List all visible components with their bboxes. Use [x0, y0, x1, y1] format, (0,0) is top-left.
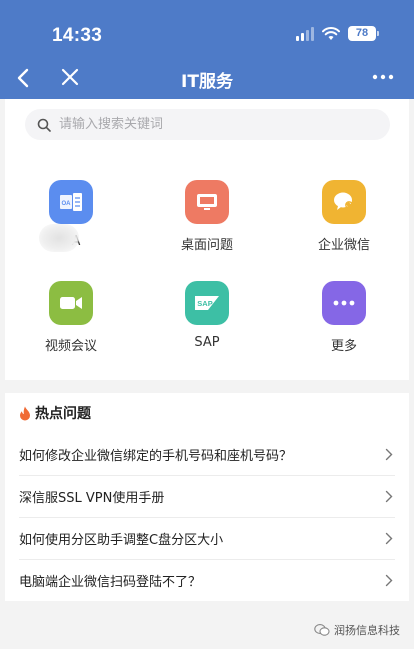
hot-issues-header: 热点问题 — [19, 403, 91, 423]
app-label: 视频会议 — [44, 339, 97, 354]
chevron-right-icon — [385, 448, 393, 461]
svg-text:OA: OA — [62, 201, 72, 207]
status-icons: 78 — [296, 26, 379, 41]
more-dots-icon — [322, 281, 366, 325]
app-sap[interactable]: SAP SAP — [157, 281, 257, 350]
list-item-text: 深信服SSL VPN使用手册 — [19, 491, 165, 506]
list-item[interactable]: 如何修改企业微信绑定的手机号码和座机号码？ — [19, 434, 395, 476]
list-item[interactable]: 电脑端企业微信扫码登陆不了？ — [19, 560, 395, 601]
svg-text:SAP: SAP — [197, 299, 212, 308]
battery-icon: 78 — [348, 26, 379, 41]
wechat-icon — [314, 624, 330, 636]
blurred-overlay — [39, 224, 79, 252]
sap-icon: SAP — [185, 281, 229, 325]
signal-icon — [296, 26, 314, 41]
more-options-icon[interactable] — [372, 72, 394, 82]
chevron-right-icon — [385, 490, 393, 503]
services-card: OA OA 桌面问题 企业微信 — [5, 99, 409, 380]
list-item[interactable]: 如何使用分区助手调整C盘分区大小 — [19, 518, 395, 560]
list-item-text: 电脑端企业微信扫码登陆不了？ — [19, 575, 202, 590]
header: 14:33 78 IT服务 — [0, 0, 414, 99]
chevron-right-icon — [385, 574, 393, 587]
oa-icon: OA — [49, 180, 93, 224]
page-title: IT服务 — [181, 72, 233, 92]
search-input[interactable] — [57, 116, 381, 133]
list-item[interactable]: 深信服SSL VPN使用手册 — [19, 476, 395, 518]
app-wecom[interactable]: 企业微信 — [294, 180, 394, 253]
search-icon — [37, 118, 51, 132]
app-label: 桌面问题 — [180, 238, 233, 253]
hot-issues-title: 热点问题 — [35, 406, 91, 422]
hot-issues-card: 热点问题 如何修改企业微信绑定的手机号码和座机号码？ 深信服SSL VPN使用手… — [5, 393, 409, 601]
app-desktop-issues[interactable]: 桌面问题 — [157, 180, 257, 253]
search-bar[interactable] — [25, 109, 390, 140]
app-more[interactable]: 更多 — [294, 281, 394, 354]
video-camera-icon — [49, 281, 93, 325]
watermark-text: 润扬信息科技 — [334, 624, 400, 637]
chevron-right-icon — [385, 532, 393, 545]
app-label: 企业微信 — [317, 238, 370, 253]
monitor-icon — [185, 180, 229, 224]
wifi-icon — [322, 26, 340, 40]
app-label: 更多 — [330, 339, 357, 354]
flame-icon — [20, 406, 30, 420]
app-label: SAP — [194, 335, 220, 350]
app-video-meeting[interactable]: 视频会议 — [21, 281, 121, 354]
status-time: 14:33 — [52, 25, 103, 46]
wecom-icon — [322, 180, 366, 224]
list-item-text: 如何修改企业微信绑定的手机号码和座机号码？ — [19, 449, 293, 464]
watermark: 润扬信息科技 — [314, 622, 400, 638]
list-item-text: 如何使用分区助手调整C盘分区大小 — [19, 533, 224, 548]
hot-issues-list: 如何修改企业微信绑定的手机号码和座机号码？ 深信服SSL VPN使用手册 如何使… — [5, 434, 409, 601]
